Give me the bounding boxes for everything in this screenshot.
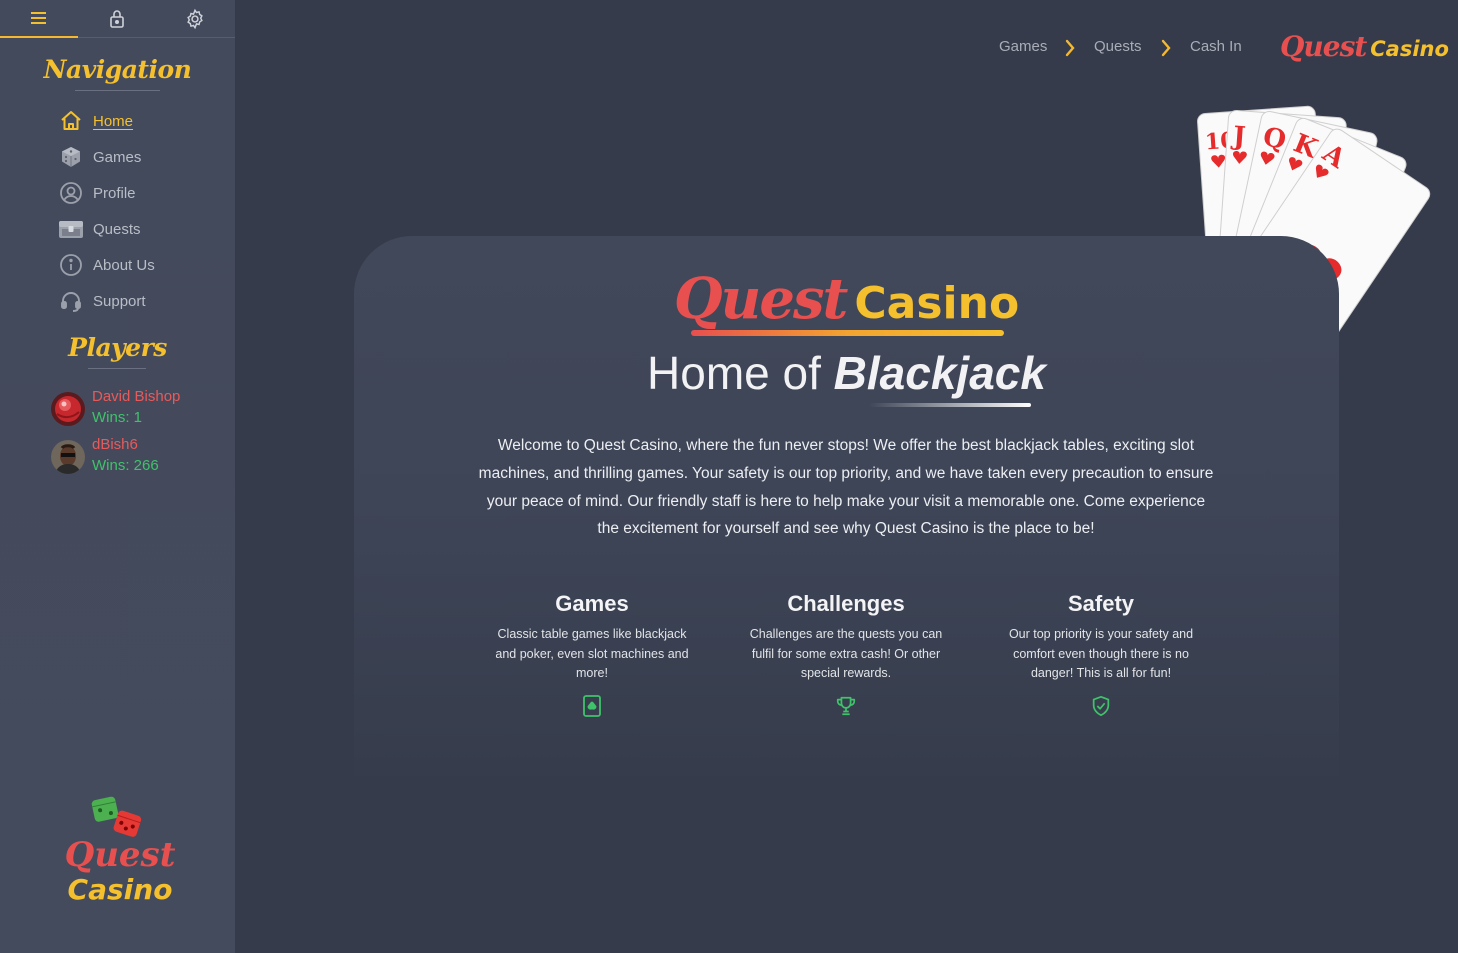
sidebar-item-quests[interactable]: Quests	[57, 214, 141, 244]
feature-title: Games	[555, 591, 629, 616]
navigation-heading-underline	[75, 90, 160, 91]
player-name[interactable]: David Bishop	[92, 388, 180, 405]
lock-icon	[110, 10, 124, 28]
hero-card: Quest Casino Home of Blackjack Welcome to…	[354, 236, 1339, 776]
hero-subtitle-prefix: Home of	[647, 347, 821, 399]
chevron-right-icon	[1063, 38, 1077, 63]
sidebar: Navigation Home Games Profile Quests Abo…	[0, 0, 235, 953]
chevron-right-icon	[1159, 38, 1173, 63]
header-brand-logo[interactable]: Quest Casino	[1280, 30, 1449, 63]
player-wins: Wins: 1	[92, 409, 143, 426]
dice-icon	[57, 144, 85, 170]
avatar[interactable]	[51, 440, 85, 474]
feature-games: Games Classic table games like blackjack…	[492, 591, 692, 717]
shield-check-icon	[1089, 694, 1113, 718]
logo-quest-text: Quest	[64, 835, 176, 875]
user-circle-icon	[57, 180, 85, 206]
hero-title-casino: Casino	[854, 278, 1020, 329]
sidebar-item-home[interactable]: Home	[57, 106, 133, 136]
info-icon	[57, 252, 85, 278]
logo-casino-text: Casino	[67, 873, 173, 906]
sidebar-item-label: Profile	[93, 184, 136, 202]
spade-card-icon	[580, 694, 604, 718]
menu-button[interactable]	[0, 0, 78, 38]
headset-icon	[57, 288, 85, 314]
player-name[interactable]: dBish6	[92, 436, 138, 453]
sidebar-item-support[interactable]: Support	[57, 286, 146, 316]
gear-icon	[187, 8, 203, 30]
sidebar-item-label: Games	[93, 148, 142, 166]
sidebar-item-label: Quests	[93, 220, 141, 238]
sidebar-item-profile[interactable]: Profile	[57, 178, 136, 208]
hero-title-quest: Quest	[673, 266, 849, 332]
hero-title-underline	[691, 330, 1004, 336]
hero-subtitle-underline	[869, 403, 1031, 407]
treasure-chest-icon	[57, 216, 85, 242]
feature-title: Challenges	[787, 591, 905, 616]
player-wins: Wins: 266	[92, 457, 159, 474]
sidebar-logo[interactable]: Quest Casino	[50, 795, 190, 915]
sidebar-item-about-us[interactable]: About Us	[57, 250, 155, 280]
sidebar-item-games[interactable]: Games	[57, 142, 141, 172]
avatar[interactable]	[51, 392, 85, 426]
menu-icon	[31, 12, 46, 24]
trophy-icon	[834, 694, 858, 718]
feature-safety: Safety Our top priority is your safety a…	[1001, 591, 1201, 717]
players-heading-underline	[88, 368, 146, 369]
home-icon	[57, 108, 85, 134]
sidebar-item-label: About Us	[93, 256, 155, 274]
players-heading: Players	[68, 333, 167, 362]
hero-subtitle-emphasis: Blackjack	[833, 347, 1046, 399]
hero-subtitle: Home of Blackjack	[354, 346, 1339, 400]
breadcrumb-cash-in[interactable]: Cash In	[1190, 38, 1242, 55]
sidebar-item-label: Support	[93, 292, 146, 310]
breadcrumb-games[interactable]: Games	[999, 38, 1047, 55]
lock-button[interactable]	[78, 0, 156, 38]
brand-casino-text: Casino	[1370, 37, 1449, 61]
hero-title: Quest Casino	[354, 266, 1339, 332]
navigation-heading: Navigation	[43, 55, 192, 84]
feature-description: Our top priority is your safety and comf…	[1008, 627, 1194, 680]
feature-challenges: Challenges Challenges are the quests you…	[746, 591, 946, 716]
feature-description: Classic table games like blackjack and p…	[495, 627, 689, 680]
sidebar-item-label: Home	[93, 112, 134, 130]
breadcrumb-quests[interactable]: Quests	[1094, 38, 1142, 55]
feature-description: Challenges are the quests you can fulfil…	[749, 627, 943, 680]
brand-quest-text: Quest	[1280, 30, 1367, 63]
settings-button[interactable]	[156, 0, 234, 38]
welcome-text: Welcome to Quest Casino, where the fun n…	[478, 437, 1214, 538]
feature-title: Safety	[1067, 591, 1135, 616]
sidebar-topbar	[0, 0, 235, 38]
